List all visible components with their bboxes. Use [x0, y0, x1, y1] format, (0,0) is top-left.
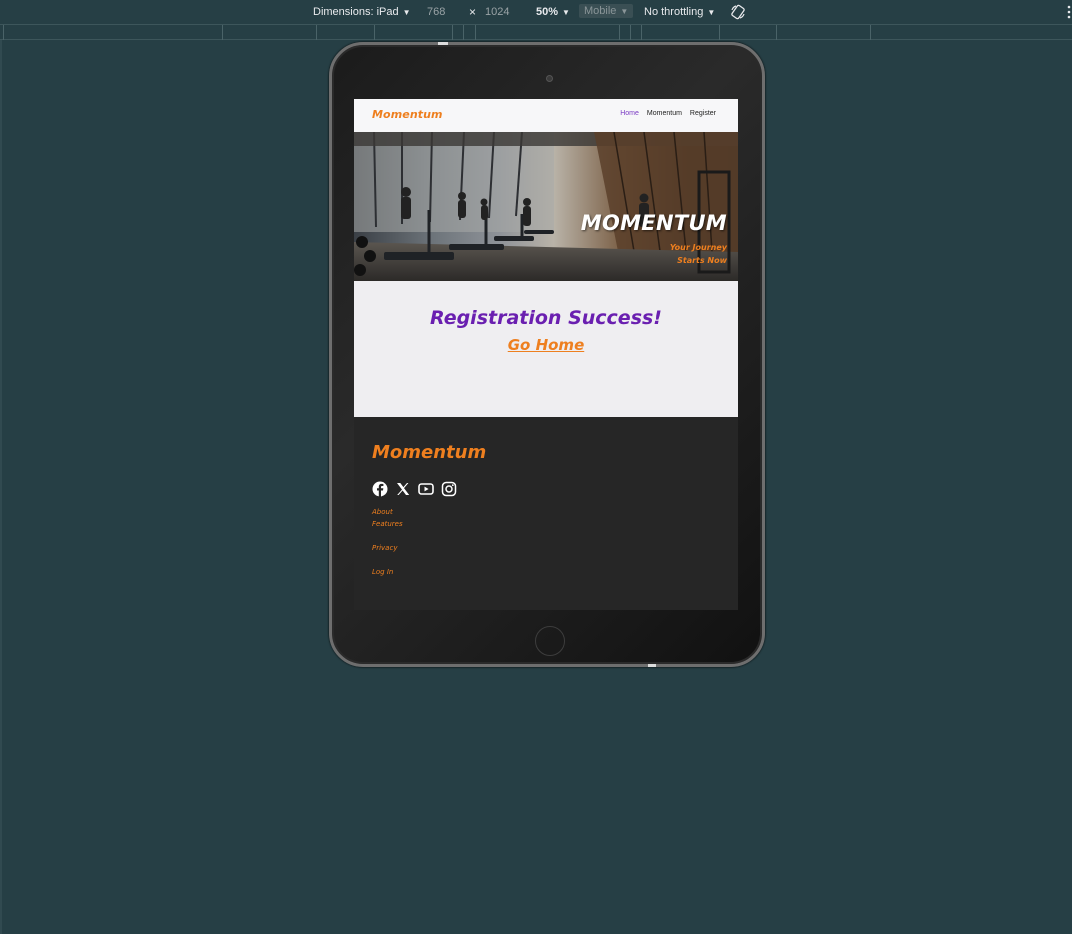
footer-link-login[interactable]: Log In: [372, 568, 393, 576]
x-twitter-icon[interactable]: [395, 481, 411, 497]
footer-link-features[interactable]: Features: [372, 520, 403, 528]
footer-link-about[interactable]: About: [372, 508, 393, 516]
dimensions-dropdown[interactable]: Dimensions: iPad ▼: [313, 6, 411, 18]
nav-brand-logo[interactable]: Momentum: [372, 108, 443, 121]
chevron-down-icon: ▼: [402, 7, 411, 17]
main-content: Registration Success! Go Home: [354, 281, 738, 417]
instagram-icon[interactable]: [441, 481, 457, 497]
go-home-link[interactable]: Go Home: [354, 336, 738, 354]
hero-title: MOMENTUM: [580, 211, 727, 235]
device-type-value: Mobile: [584, 5, 617, 17]
frame-highlight: [438, 42, 448, 45]
camera-icon: [546, 75, 553, 82]
nav-link-momentum[interactable]: Momentum: [647, 110, 682, 117]
zoom-value: 50%: [536, 6, 559, 18]
hero-banner: MOMENTUM Your Journey Starts Now: [354, 132, 738, 281]
throttling-value: No throttling: [644, 6, 704, 18]
youtube-icon[interactable]: [418, 481, 434, 497]
chevron-down-icon: ▼: [620, 6, 629, 16]
hero-subtitle: Your Journey Starts Now: [669, 243, 727, 265]
social-links: [372, 481, 457, 497]
devtools-toolbar: Dimensions: iPad ▼ 768 × 1024 50% ▼ Mobi…: [0, 0, 1072, 24]
chevron-down-icon: ▼: [562, 7, 570, 17]
footer-link-privacy[interactable]: Privacy: [372, 544, 397, 552]
device-screen: Momentum Home Momentum Register MOMENTUM…: [354, 99, 738, 610]
nav-link-home[interactable]: Home: [620, 110, 639, 117]
registration-success-heading: Registration Success!: [430, 307, 662, 329]
height-input[interactable]: 1024: [485, 6, 509, 18]
nav-links: Home Momentum Register: [620, 110, 716, 117]
viewport-edge: [0, 40, 2, 934]
more-options-icon[interactable]: [1066, 5, 1072, 19]
nav-link-register[interactable]: Register: [690, 110, 716, 117]
footer-brand-logo[interactable]: Momentum: [372, 442, 486, 463]
zoom-dropdown[interactable]: 50% ▼: [536, 6, 570, 18]
navbar: Momentum Home Momentum Register: [354, 99, 738, 132]
media-query-ruler: [0, 24, 1072, 40]
chevron-down-icon: ▼: [707, 7, 716, 17]
rotate-icon[interactable]: [730, 4, 746, 20]
frame-highlight: [648, 664, 656, 667]
throttling-dropdown[interactable]: No throttling ▼: [644, 6, 715, 18]
width-input[interactable]: 768: [427, 6, 445, 18]
home-button-icon: [535, 626, 565, 656]
footer: Momentum About Features Privacy Log In: [354, 417, 738, 610]
dimensions-label: Dimensions: iPad: [313, 6, 399, 18]
facebook-icon[interactable]: [372, 481, 388, 497]
device-type-dropdown[interactable]: Mobile ▼: [579, 4, 634, 18]
times-icon: ×: [469, 5, 477, 19]
